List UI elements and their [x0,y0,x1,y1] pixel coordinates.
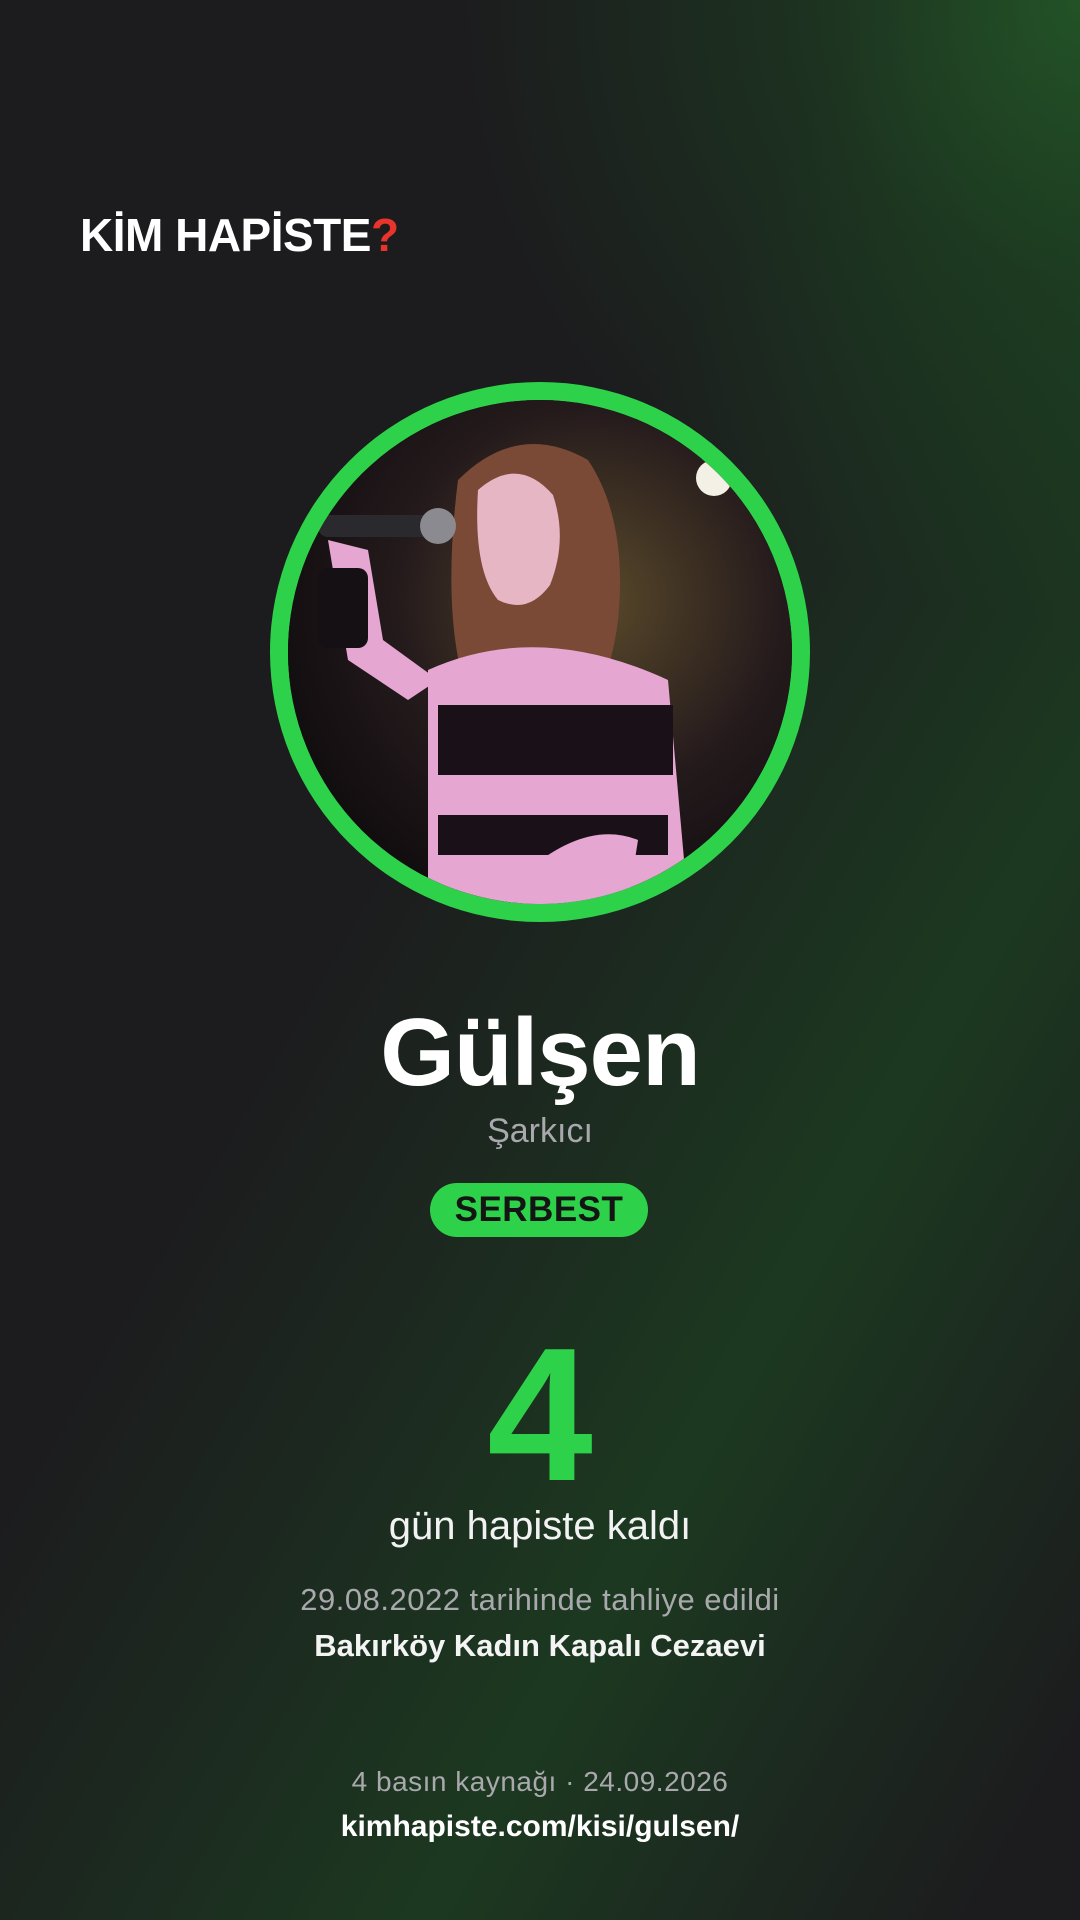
singer-photo-icon [288,400,792,904]
days-count: 4 [487,1309,593,1521]
days-label: gün hapiste kaldı [388,1504,692,1548]
profile-photo [288,400,792,904]
site-logo: KİM HAPİSTE? [80,212,399,258]
avatar-ring [270,382,810,922]
sources-info: 4 basın kaynağı · 24.09.2026 [351,1766,729,1797]
prison-name: Bakırköy Kadın Kapalı Cezaevi [314,1628,766,1663]
person-profession: Şarkıcı [487,1112,593,1150]
profile-url: kimhapiste.com/kisi/gulsen/ [340,1810,740,1843]
logo-question-mark: ? [370,209,399,261]
logo-text: KİM HAPİSTE [80,209,371,261]
status-badge: SERBEST [430,1183,648,1237]
release-date-text: 29.08.2022 tarihinde tahliye edildi [300,1582,780,1617]
person-name: Gülşen [380,999,700,1106]
